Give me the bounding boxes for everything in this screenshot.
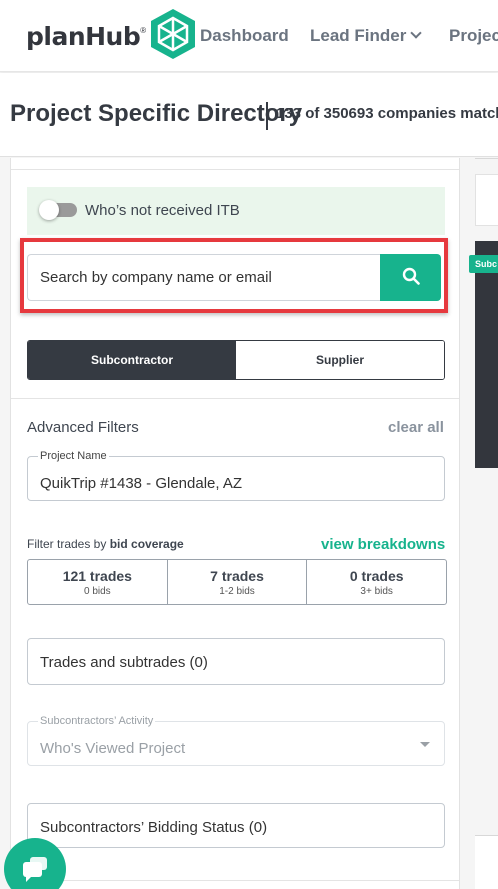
nav-project[interactable]: Project: [449, 26, 498, 46]
company-type-segmented-control: Subcontractor Supplier: [27, 340, 445, 380]
page-header: Project Specific Directory 133 of 350693…: [0, 73, 498, 157]
top-navigation-bar: planHub® Dashboard Lead Finder Project: [0, 0, 498, 72]
segment-subcontractor[interactable]: Subcontractor: [28, 341, 236, 379]
trade-bucket-label: 3+ bids: [360, 585, 393, 597]
results-panel: Subc: [466, 158, 498, 889]
trade-bucket-count: 0 trades: [349, 567, 404, 584]
chat-icon: [21, 854, 49, 887]
subcontractor-activity-select[interactable]: Subcontractors’ Activity Who's Viewed Pr…: [27, 715, 445, 766]
toggle-knob: [39, 200, 59, 220]
itb-filter-box: Who’s not received ITB: [27, 187, 445, 235]
title-separator: [266, 102, 268, 130]
page-title: Project Specific Directory: [10, 100, 303, 127]
divider: [475, 158, 498, 159]
match-count: 133 of 350693 companies match y: [276, 105, 498, 122]
planhub-logo[interactable]: planHub ®: [26, 8, 198, 62]
project-name-caption: Project Name: [38, 450, 109, 462]
trade-bucket-count: 121 trades: [62, 567, 132, 584]
trades-subtrades-field[interactable]: Trades and subtrades (0): [27, 638, 445, 685]
trades-subtrades-label: Trades and subtrades (0): [40, 654, 208, 671]
nav-dashboard[interactable]: Dashboard: [200, 26, 289, 46]
project-name-field[interactable]: Project Name QuikTrip #1438 - Glendale, …: [27, 450, 445, 501]
company-search-input[interactable]: [27, 254, 381, 301]
trade-bid-coverage-buckets: 121 trades 0 bids 7 trades 1-2 bids 0 tr…: [27, 559, 447, 605]
view-breakdowns-link[interactable]: view breakdowns: [321, 536, 445, 553]
trade-bucket-0-bids[interactable]: 121 trades 0 bids: [28, 560, 168, 604]
itb-toggle-label: Who’s not received ITB: [85, 202, 240, 219]
bidding-status-label: Subcontractors’ Bidding Status (0): [40, 819, 268, 836]
bid-coverage-bold: bid coverage: [109, 537, 184, 551]
trade-bucket-label: 1-2 bids: [219, 585, 255, 597]
project-name-value: QuikTrip #1438 - Glendale, AZ: [40, 475, 243, 492]
chevron-down-icon: [410, 27, 423, 39]
clear-all-link[interactable]: clear all: [388, 419, 444, 436]
trade-bucket-count: 7 trades: [210, 567, 264, 584]
bid-coverage-label: Filter trades by bid coverage: [27, 537, 184, 551]
bidding-status-field[interactable]: Subcontractors’ Bidding Status (0): [27, 803, 445, 848]
trade-bucket-label: 0 bids: [83, 585, 111, 597]
results-footer-card: [475, 835, 498, 889]
logo-registered-mark: ®: [140, 25, 147, 35]
subcontractor-badge: Subc: [469, 255, 498, 273]
divider: [11, 398, 459, 399]
itb-toggle[interactable]: [39, 200, 77, 220]
trade-bucket-3-plus-bids[interactable]: 0 trades 3+ bids: [307, 560, 446, 604]
divider: [11, 169, 459, 170]
divider: [11, 880, 459, 881]
advanced-filters-label: Advanced Filters: [27, 419, 139, 436]
logo-text: planHub: [26, 21, 141, 51]
filter-panel: Who’s not received ITB Subcontractor Sup…: [10, 158, 460, 889]
search-button[interactable]: [380, 254, 441, 301]
trade-bucket-1-2-bids[interactable]: 7 trades 1-2 bids: [168, 560, 308, 604]
results-header-card: [475, 174, 498, 226]
activity-caption: Subcontractors’ Activity: [38, 715, 156, 727]
planhub-hexagon-icon: [148, 7, 198, 66]
search-icon: [402, 267, 420, 288]
results-card-dark: [475, 241, 498, 468]
caret-down-icon: [420, 742, 430, 747]
bid-coverage-prefix: Filter trades by: [27, 537, 110, 551]
activity-value: Who's Viewed Project: [40, 740, 186, 757]
segment-supplier[interactable]: Supplier: [236, 341, 444, 379]
nav-lead-finder-label: Lead Finder: [310, 26, 407, 45]
nav-lead-finder[interactable]: Lead Finder: [310, 26, 423, 46]
